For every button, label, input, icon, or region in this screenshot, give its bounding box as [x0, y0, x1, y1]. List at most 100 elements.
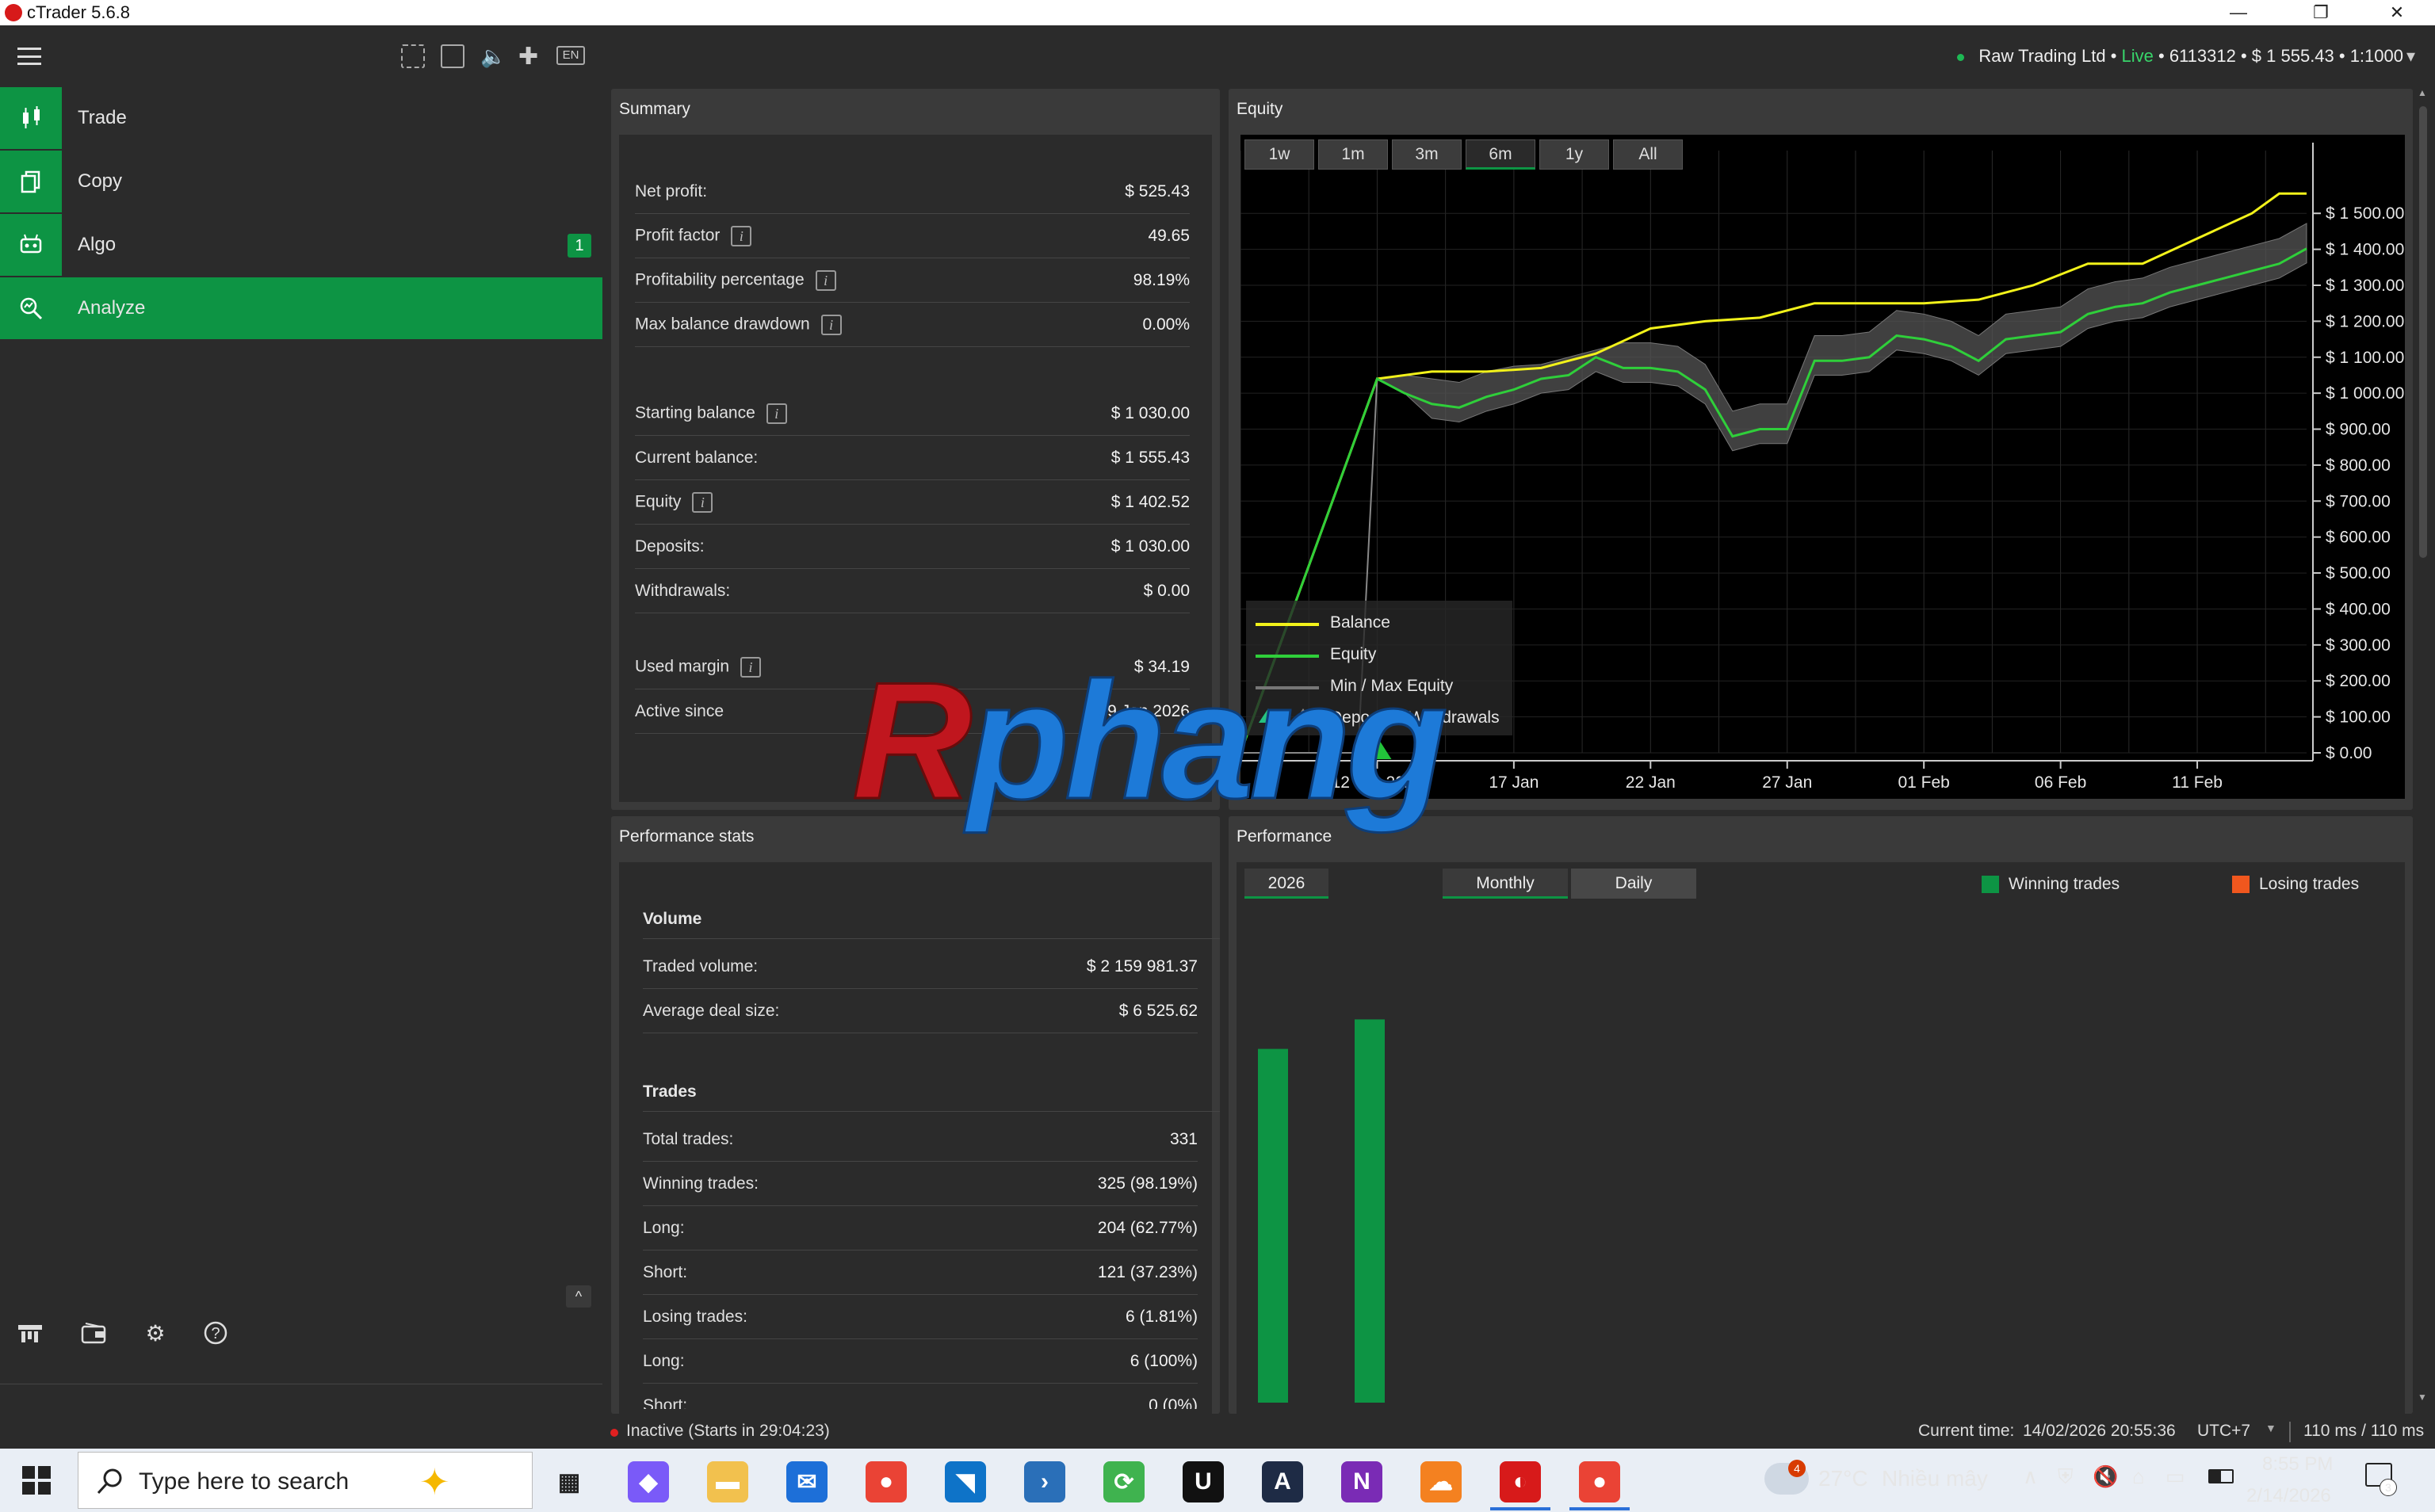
summary-row-label: Equity i [635, 491, 713, 513]
scroll-up-arrow-icon[interactable]: ▲ [2418, 87, 2427, 98]
restore-button[interactable]: ❐ [2286, 0, 2356, 25]
performance-stats-scroll[interactable]: Volume Traded volume: $ 2 159 981.37 Avera… [611, 862, 1220, 1409]
summary-label-text: Max balance drawdown [635, 315, 810, 334]
windows-start-icon[interactable] [22, 1466, 51, 1499]
network-icon[interactable]: ▭ [2166, 1464, 2185, 1489]
clock-date[interactable]: 2/14/2026 [2246, 1485, 2331, 1507]
algo-count-badge: 1 [568, 234, 591, 258]
help-icon[interactable]: ? [200, 1317, 231, 1349]
stats-row: Short: 121 (37.23%) [643, 1250, 1198, 1295]
ctrader-icon[interactable]: ◐ [1500, 1461, 1541, 1502]
year-selector[interactable]: 2026 [1244, 869, 1328, 899]
tab-1y[interactable]: 1y [1539, 139, 1609, 170]
onenote-icon[interactable]: N [1341, 1461, 1382, 1502]
arrow-app-icon[interactable]: A [1262, 1461, 1303, 1502]
summary-row-value: $ 1 030.00 [1110, 536, 1190, 556]
legend-balance: Balance [1330, 613, 1390, 632]
volume-header: Volume [643, 910, 1220, 939]
plugins-icon[interactable]: ✚ [518, 43, 538, 71]
summary-row: Profit factor i 49.65 [635, 214, 1190, 258]
show-hidden-icons-icon[interactable]: ∧ [2023, 1464, 2038, 1489]
sidebar-item-trade[interactable]: Trade [0, 87, 602, 149]
vscode-icon[interactable]: ◥ [945, 1461, 986, 1502]
weather-temperature[interactable]: 27°C [1818, 1466, 1868, 1491]
winning-trades-bar[interactable] [1355, 1019, 1385, 1403]
summary-row-label: Net profit: [635, 182, 707, 201]
sidebar-item-analyze[interactable]: Analyze [0, 277, 602, 339]
copilot-icon[interactable]: ◆ [628, 1461, 669, 1502]
volume-muted-icon[interactable]: 🔇 [2093, 1464, 2118, 1489]
timezone-selector[interactable]: UTC+7 [2197, 1422, 2250, 1441]
tab-1w[interactable]: 1w [1244, 139, 1314, 170]
summary-row-value: $ 0.00 [1143, 581, 1190, 600]
info-icon[interactable]: i [692, 491, 713, 513]
tab-daily[interactable]: Daily [1571, 869, 1696, 899]
collapse-panel-button[interactable]: ^ [566, 1285, 591, 1308]
hamburger-menu-icon[interactable] [17, 48, 41, 65]
account-dropdown-icon[interactable]: ▾ [2406, 46, 2415, 67]
summary-row-value: 98.19% [1133, 270, 1190, 289]
sidebar-item-label: Copy [78, 170, 123, 192]
sound-icon[interactable]: 🔈 [480, 44, 506, 69]
wallet-icon[interactable] [78, 1317, 109, 1349]
winning-trades-bar[interactable] [1258, 1048, 1288, 1403]
cloudflare-icon[interactable]: ☁ [1420, 1461, 1462, 1502]
timezone-dropdown-icon[interactable]: ▼ [2265, 1422, 2276, 1434]
info-icon[interactable]: i [766, 403, 787, 424]
y-tick-label: $ 100.00 [2326, 708, 2391, 727]
info-icon[interactable]: i [731, 225, 752, 246]
weather-description[interactable]: Nhiều mây [1882, 1466, 1988, 1491]
y-tick-label: $ 400.00 [2326, 600, 2391, 618]
window-title: cTrader 5.6.8 [27, 2, 131, 22]
summary-label-text: Active since [635, 701, 724, 720]
tab-all[interactable]: All [1613, 139, 1683, 170]
stats-row-value: 6 (100%) [1130, 1351, 1198, 1370]
minimize-button[interactable]: — [2204, 0, 2273, 25]
meet-now-icon[interactable]: ⌂ [2132, 1464, 2145, 1489]
connection-status-icon [1957, 53, 1965, 61]
balance-legend-swatch [1256, 623, 1319, 626]
file-explorer-icon[interactable]: ▬ [707, 1461, 748, 1502]
summary-row: Max balance drawdown i 0.00% [635, 303, 1190, 347]
robot-icon [0, 214, 62, 276]
summary-row: Starting balance i $ 1 030.00 [635, 391, 1190, 436]
summary-row: Equity i $ 1 402.52 [635, 480, 1190, 525]
y-tick-label: $ 800.00 [2326, 456, 2391, 475]
sidebar-item-copy[interactable]: Copy [0, 151, 602, 212]
clock-time[interactable]: 8:55 PM [2262, 1453, 2333, 1476]
summary-label-text: Current balance: [635, 448, 759, 467]
tab-6m[interactable]: 6m [1466, 139, 1535, 170]
battery-icon[interactable] [2208, 1469, 2234, 1483]
language-selector[interactable]: EN [556, 46, 585, 65]
performance-bar-chart[interactable] [1237, 911, 2405, 1403]
upwork-icon[interactable]: U [1183, 1461, 1224, 1502]
tab-1m[interactable]: 1m [1318, 139, 1388, 170]
scroll-down-arrow-icon[interactable]: ▼ [2418, 1392, 2427, 1403]
sidebar-item-algo[interactable]: Algo 1 [0, 214, 602, 276]
task-view-icon[interactable]: ▦ [549, 1461, 590, 1502]
chrome-profile-icon[interactable]: ● [1579, 1461, 1620, 1502]
chrome-icon[interactable]: ● [866, 1461, 907, 1502]
stats-row-value: 6 (1.81%) [1125, 1307, 1198, 1326]
tab-3m[interactable]: 3m [1392, 139, 1462, 170]
security-icon[interactable]: ⛨ [2058, 1464, 2074, 1490]
mail-icon[interactable]: ✉ [786, 1461, 828, 1502]
scrollbar-thumb[interactable] [2419, 106, 2427, 558]
summary-row-value: $ 1 402.52 [1110, 492, 1190, 511]
close-button[interactable]: ✕ [2362, 0, 2432, 25]
tab-monthly[interactable]: Monthly [1443, 869, 1568, 899]
info-icon[interactable]: i [740, 656, 762, 678]
fullscreen-icon[interactable] [401, 44, 425, 68]
powershell-icon[interactable]: › [1024, 1461, 1065, 1502]
settings-gear-icon[interactable]: ⚙ [140, 1317, 171, 1349]
green-app-icon[interactable]: ⟳ [1103, 1461, 1145, 1502]
summary-row-label: Active since [635, 702, 724, 721]
trade-watch-icon[interactable] [14, 1317, 46, 1349]
detach-window-icon[interactable] [441, 44, 464, 68]
status-bar: Inactive (Starts in 29:04:23) Current ti… [0, 1417, 2435, 1449]
account-selector[interactable]: Raw Trading Ltd • Live • 6113312 • $ 1 5… [1957, 46, 2403, 67]
taskbar-search-box[interactable]: Type here to search ✦ [78, 1452, 533, 1509]
current-time-value: 14/02/2026 20:55:36 [2023, 1422, 2176, 1440]
info-icon[interactable]: i [820, 314, 842, 335]
info-icon[interactable]: i [815, 269, 836, 291]
